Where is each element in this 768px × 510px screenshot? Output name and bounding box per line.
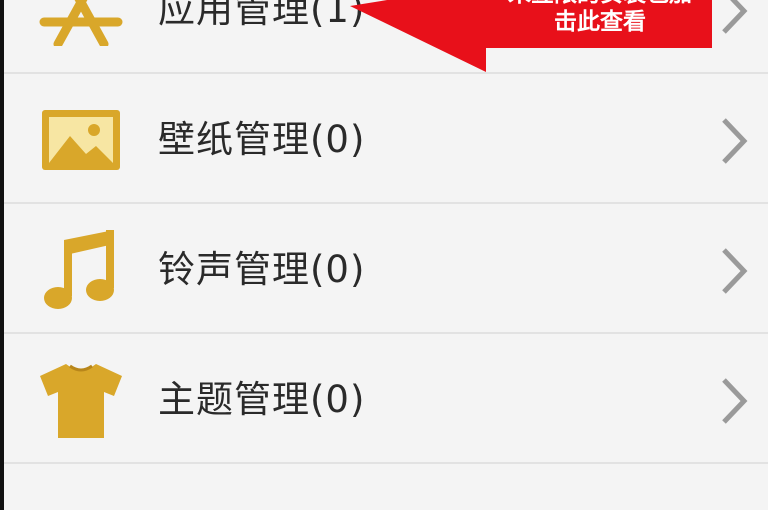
chevron-right-icon <box>716 376 750 426</box>
wallpaper-icon <box>38 104 124 176</box>
callout-arrow: 末签限的安装包加 击此查看 <box>340 0 720 82</box>
list-item-ringtones[interactable]: 铃声管理(0) <box>4 204 768 334</box>
chevron-right-icon <box>716 246 750 296</box>
list-item-label: 主题管理(0) <box>158 378 366 421</box>
chevron-right-icon <box>716 116 750 166</box>
list-item-wallpaper[interactable]: 壁纸管理(0) <box>4 74 768 204</box>
callout-text: 末签限的安装包加 击此查看 <box>500 0 700 36</box>
chevron-right-icon <box>716 0 750 36</box>
callout-line1: 末签限的安装包加 <box>500 0 700 8</box>
callout-line2: 击此查看 <box>554 9 646 35</box>
list-item-label: 壁纸管理(0) <box>158 118 366 161</box>
list-item-label: 应用管理(1) <box>158 0 366 31</box>
app-store-icon <box>38 0 124 46</box>
tshirt-icon <box>38 360 124 440</box>
list-item-themes[interactable]: 主题管理(0) <box>4 334 768 464</box>
music-note-icon <box>38 226 124 312</box>
screen: 应用管理(1) 壁纸管理(0) 铃声管理(0) 主题管理(0) 击此查看 <box>0 0 768 510</box>
list-item-label: 铃声管理(0) <box>158 248 366 291</box>
